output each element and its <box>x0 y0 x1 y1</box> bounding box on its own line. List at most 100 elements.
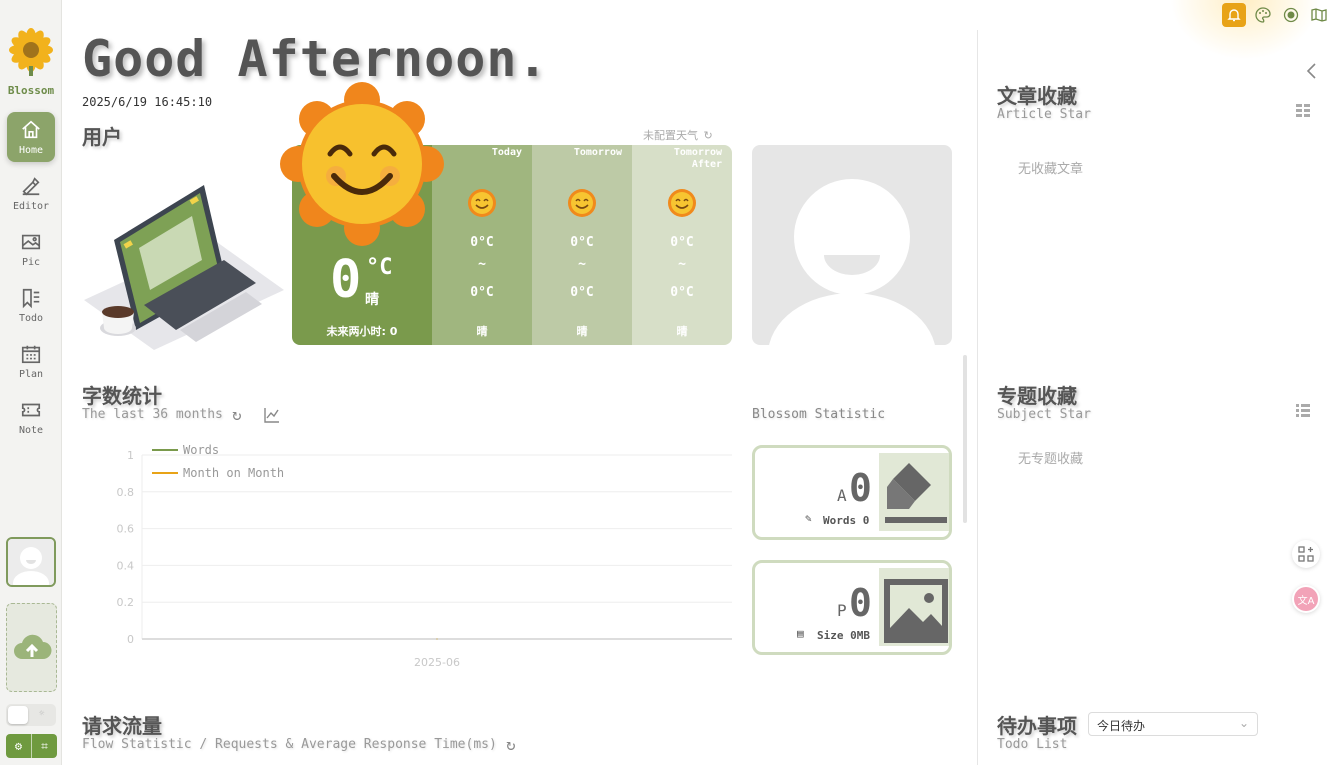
forecast-day-after: Tomorrow After 0°C ~ 0°C 晴 <box>632 145 732 345</box>
subject-star-title: 专题收藏 <box>997 384 1077 408</box>
todo-subtitle: Todo List <box>997 737 1068 752</box>
subject-star-subtitle: Subject Star <box>997 407 1091 422</box>
pen-icon <box>22 176 40 195</box>
grid-view-icon[interactable] <box>1296 104 1310 118</box>
forecast-tilde: ~ <box>578 257 586 272</box>
apps-add-icon <box>1298 546 1314 562</box>
sidebar-item-note[interactable]: Note <box>7 392 55 442</box>
map-icon[interactable] <box>1308 4 1328 26</box>
avatar-placeholder-icon <box>769 179 935 345</box>
sidebar-item-pic[interactable]: Pic <box>7 224 55 274</box>
sidebar-item-todo[interactable]: Todo <box>7 280 55 330</box>
image-icon <box>21 234 41 249</box>
forecast-condition: 晴 <box>676 325 688 338</box>
settings-icon[interactable]: ⚙ <box>6 734 31 758</box>
avatar-placeholder-icon <box>8 539 54 585</box>
forecast-tilde: ~ <box>478 257 486 272</box>
profile-avatar[interactable] <box>752 145 952 345</box>
pics-prefix: P <box>837 601 847 620</box>
forecast-low: 0°C <box>670 285 694 300</box>
article-star-subtitle: Article Star <box>997 107 1091 122</box>
y-tick-label: 0.6 <box>117 523 135 536</box>
app-name: Blossom <box>7 84 55 97</box>
big-sun-face-icon <box>280 82 444 246</box>
flow-title: 请求流量 <box>82 714 162 738</box>
palette-icon[interactable] <box>1252 4 1274 26</box>
ticket-icon <box>21 403 41 416</box>
blossom-stats-title: Blossom Statistic <box>752 407 886 422</box>
toggle-knob <box>8 706 28 724</box>
refresh-icon[interactable]: ↻ <box>232 405 242 424</box>
weather-config-text: 未配置天气 <box>643 129 698 142</box>
app-grid-button[interactable] <box>1292 540 1320 568</box>
forecast-condition: 晴 <box>576 325 588 338</box>
words-stat-card[interactable]: A 0 ✎ Words 0 <box>752 445 952 540</box>
translate-button[interactable]: 文A <box>1292 585 1320 613</box>
sidebar-item-editor[interactable]: Editor <box>7 168 55 218</box>
bookmark-list-icon <box>22 288 40 308</box>
sidebar: Blossom Home Editor Pic Todo Plan Note ☼… <box>0 0 62 765</box>
line-chart-icon[interactable] <box>264 407 280 423</box>
theme-toggle[interactable]: ☼ <box>6 704 56 726</box>
list-view-icon[interactable] <box>1296 404 1310 418</box>
sidebar-item-plan[interactable]: Plan <box>7 336 55 386</box>
forecast-day: Tomorrow After <box>673 147 722 170</box>
forecast-tilde: ~ <box>678 257 686 272</box>
now-temp-unit: °C <box>366 255 393 280</box>
flow-subtitle: Flow Statistic / Requests & Average Resp… <box>82 737 497 752</box>
collapse-chevron-left-icon[interactable] <box>1305 62 1317 80</box>
record-icon[interactable] <box>1280 4 1302 26</box>
picture-icon <box>879 568 949 646</box>
words-value: 0 <box>849 466 872 510</box>
translate-icon: 文A <box>1294 587 1318 611</box>
crop-icon[interactable]: ⌗ <box>31 734 57 758</box>
weather-config-link[interactable]: 未配置天气 ↻ <box>643 127 713 143</box>
sun-face-icon <box>668 189 696 217</box>
sidebar-item-label: Home <box>18 144 44 156</box>
pics-value: 0 <box>849 581 872 625</box>
forecast-today: Today 0°C ~ 0°C 晴 <box>432 145 532 345</box>
sidebar-item-label: Note <box>18 424 44 436</box>
pics-label: Size 0MB <box>817 629 870 642</box>
sun-face-icon <box>568 189 596 217</box>
next-two-hours: 未来两小时: 0 <box>326 325 398 338</box>
blossom-logo-icon[interactable] <box>8 28 54 76</box>
word-stats-subtitle: The last 36 months <box>82 407 223 422</box>
sidebar-item-home[interactable]: Home <box>7 112 55 162</box>
top-toolbar <box>1222 3 1328 27</box>
user-avatar[interactable] <box>6 537 56 587</box>
laptop-illustration <box>84 185 284 350</box>
forecast-low: 0°C <box>570 285 594 300</box>
calendar-icon <box>21 345 41 363</box>
y-tick-label: 1 <box>127 449 134 462</box>
y-tick-label: 0 <box>127 633 134 646</box>
now-temp: 0 <box>330 250 362 310</box>
bell-icon[interactable] <box>1222 3 1246 27</box>
words-label: Words 0 <box>823 514 870 527</box>
user-section-title: 用户 <box>82 125 122 149</box>
article-star-empty: 无收藏文章 <box>1018 162 1084 177</box>
forecast-high: 0°C <box>470 235 494 250</box>
legend-label: Month on Month <box>183 466 284 480</box>
current-datetime: 2025/6/19 16:45:10 <box>82 95 213 109</box>
file-small-icon: ▤ <box>797 627 804 640</box>
forecast-day: Tomorrow <box>573 147 622 158</box>
vertical-scrollbar[interactable] <box>963 355 967 523</box>
forecast-day: Today <box>491 147 522 158</box>
word-count-chart: 0 0.2 0.4 0.6 0.8 1 2025-06 Words Month on Month <box>117 443 732 669</box>
y-tick-label: 0.8 <box>117 486 135 499</box>
upload-dropzone[interactable] <box>6 603 57 692</box>
sidebar-item-label: Todo <box>18 312 44 324</box>
todo-filter-select[interactable]: 今日待办 ⌄ <box>1088 712 1258 736</box>
y-tick-label: 0.2 <box>117 596 135 609</box>
sidebar-bottom-buttons: ⚙ ⌗ <box>6 734 57 758</box>
pen-small-icon: ✎ <box>805 512 812 525</box>
pics-stat-card[interactable]: P 0 ▤ Size 0MB <box>752 560 952 655</box>
chevron-down-icon: ⌄ <box>1238 716 1249 730</box>
cloud-upload-icon <box>13 634 51 659</box>
refresh-icon: ↻ <box>703 129 713 142</box>
x-tick-label: 2025-06 <box>414 656 460 669</box>
forecast-high: 0°C <box>570 235 594 250</box>
article-star-title: 文章收藏 <box>997 84 1077 108</box>
refresh-icon[interactable]: ↻ <box>506 735 516 754</box>
